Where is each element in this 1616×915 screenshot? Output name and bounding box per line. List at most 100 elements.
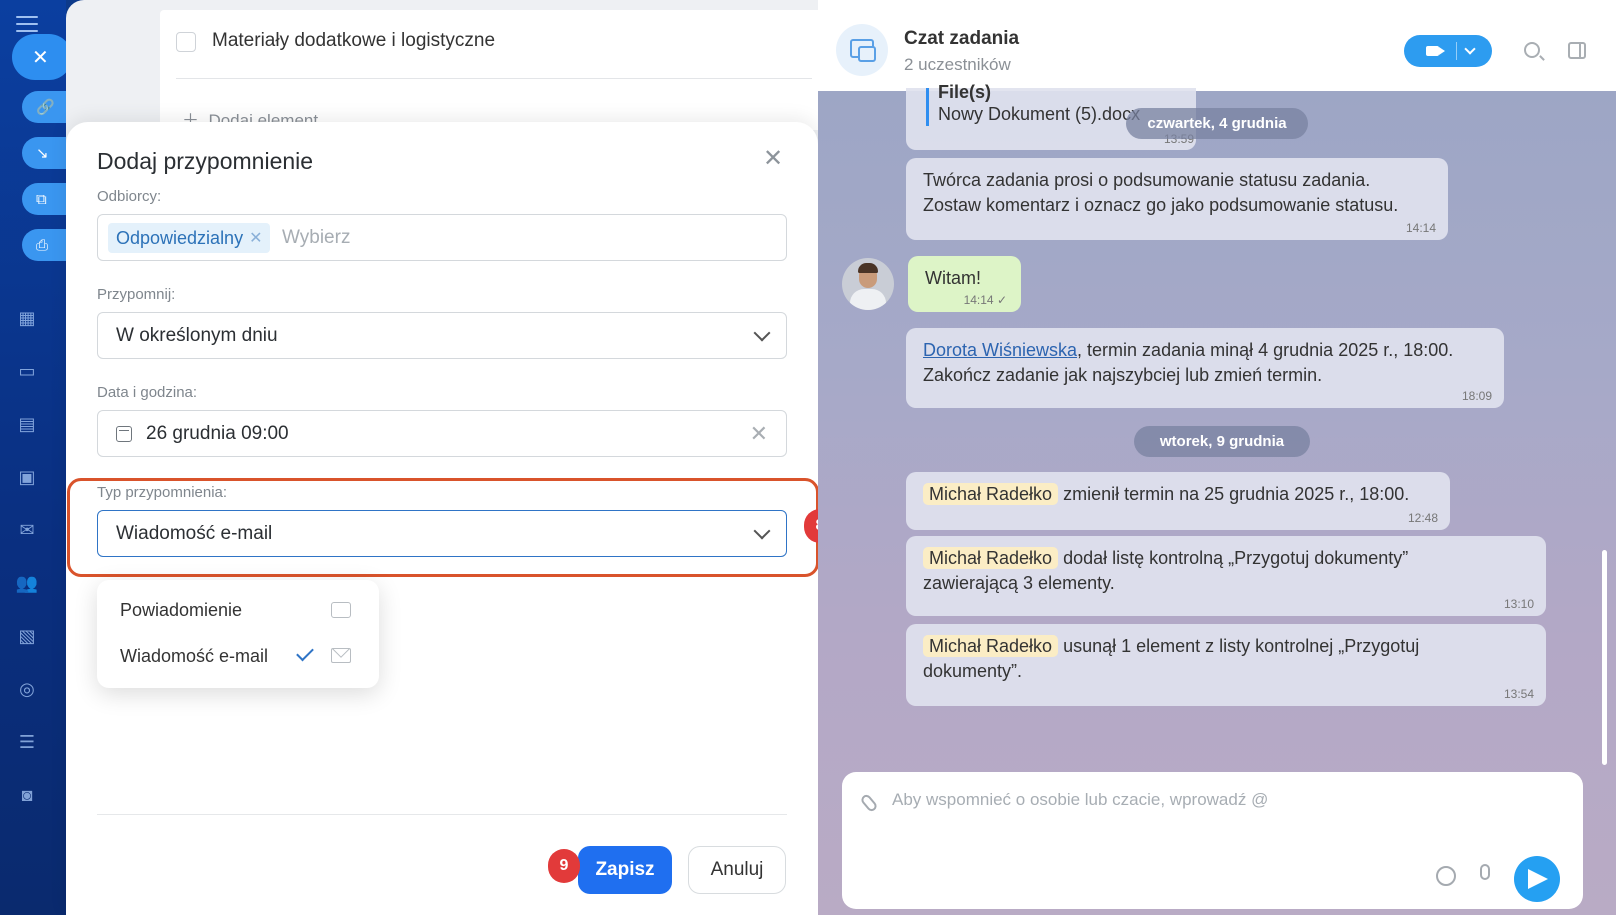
recipient-tag-label: Odpowiedzialny bbox=[116, 227, 244, 248]
emoji-icon[interactable] bbox=[1436, 866, 1456, 886]
mail-sidebar-icon[interactable]: ✉ bbox=[14, 517, 40, 543]
file-link[interactable]: Nowy Dokument (5).docx bbox=[938, 104, 1140, 125]
message-line: Zostaw komentarz i oznacz go jako podsum… bbox=[923, 195, 1399, 215]
cancel-button[interactable]: Anuluj bbox=[688, 846, 786, 894]
message-line: Zakończ zadanie jak najszybciej lub zmie… bbox=[923, 365, 1323, 385]
chevron-down-icon bbox=[753, 324, 771, 342]
datetime-field[interactable]: 26 grudnia 09:00 ✕ bbox=[97, 410, 787, 457]
check-icon bbox=[296, 643, 314, 662]
mail-icon bbox=[331, 648, 351, 663]
paperclip-icon[interactable] bbox=[859, 792, 879, 814]
date-separator: wtorek, 9 grudnia bbox=[1134, 426, 1310, 457]
open-new-window-button[interactable]: ⧉ bbox=[22, 183, 70, 215]
target-icon[interactable]: ◎ bbox=[14, 676, 40, 702]
message-time: 18:09 bbox=[1461, 389, 1492, 403]
avatar[interactable] bbox=[842, 258, 894, 310]
message-line: Michał Radełko zmienił termin na 25 grud… bbox=[923, 482, 1433, 507]
message-line: Twórca zadania prosi o podsumowanie stat… bbox=[923, 170, 1371, 190]
message-composer[interactable]: Aby wspomnieć o osobie lub czacie, wprow… bbox=[842, 772, 1583, 909]
task-chat-panel: Czat zadania 2 uczestników File(s) Nowy … bbox=[818, 0, 1616, 915]
system-message: Michał Radełko zmienił termin na 25 grud… bbox=[906, 472, 1450, 530]
close-slider-button[interactable]: ✕ bbox=[12, 34, 72, 80]
print-button[interactable]: ⎙ bbox=[22, 229, 70, 261]
calendar-icon bbox=[116, 426, 132, 442]
file-quote-bar bbox=[926, 88, 929, 126]
own-message: Witam! 14:14 ✓ bbox=[908, 256, 1021, 312]
search-icon[interactable] bbox=[1524, 42, 1540, 58]
checklist-card: Materiały dodatkowe i logistyczne ＋ Doda… bbox=[160, 10, 856, 130]
message-line: Dorota Wiśniewska, termin zadania minął … bbox=[923, 338, 1487, 363]
date-separator: czwartek, 4 grudnia bbox=[1126, 108, 1308, 139]
message-time: 12:48 bbox=[1407, 511, 1438, 525]
save-button[interactable]: Zapisz bbox=[578, 846, 672, 894]
checklist-item-label: Materiały dodatkowe i logistyczne bbox=[212, 30, 496, 51]
message-text: zmienił termin na 25 grudnia 2025 r., 18… bbox=[1063, 484, 1410, 504]
drive-icon[interactable]: ▭ bbox=[14, 358, 40, 384]
recipients-label: Odbiorcy: bbox=[97, 188, 162, 205]
file-title: File(s) bbox=[938, 82, 992, 102]
calendar-icon[interactable]: ▦ bbox=[14, 305, 40, 331]
divider bbox=[1456, 42, 1457, 60]
message-time: 14:14 bbox=[1405, 221, 1436, 235]
option-email[interactable]: Wiadomość e-mail bbox=[120, 646, 268, 667]
message-line: dokumenty”. bbox=[923, 661, 1023, 681]
microphone-icon[interactable] bbox=[1480, 864, 1490, 880]
remove-tag-icon[interactable]: ✕ bbox=[249, 228, 262, 248]
message-time: 13:10 bbox=[1503, 597, 1534, 611]
download-button[interactable]: ↘ bbox=[22, 137, 70, 169]
robot-icon[interactable]: ◙ bbox=[14, 782, 40, 808]
datetime-value: 26 grudnia 09:00 bbox=[146, 423, 289, 444]
mention-link[interactable]: Dorota Wiśniewska bbox=[923, 340, 1077, 360]
option-notification[interactable]: Powiadomienie bbox=[120, 600, 242, 621]
person-badge[interactable]: Michał Radełko bbox=[923, 635, 1059, 657]
remind-value: W określonym dniu bbox=[116, 325, 278, 346]
contacts-icon[interactable]: 👥 bbox=[14, 570, 40, 596]
system-message: Twórca zadania prosi o podsumowanie stat… bbox=[906, 158, 1448, 240]
left-sidebar: ✕ 🔗 ↘ ⧉ ⎙ ▦ ▭ ▤ ▣ ✉ 👥 ▧ ◎ ☰ ◙ bbox=[0, 0, 72, 915]
message-text: dodał listę kontrolną „Przygotuj dokumen… bbox=[1063, 548, 1409, 568]
message-text: , termin zadania minął 4 grudnia 2025 r.… bbox=[1077, 340, 1454, 360]
system-message: Dorota Wiśniewska, termin zadania minął … bbox=[906, 328, 1504, 408]
recipient-tag: Odpowiedzialny ✕ bbox=[108, 223, 271, 253]
boards-icon[interactable]: ▣ bbox=[14, 464, 40, 490]
document-icon[interactable]: ▤ bbox=[14, 411, 40, 437]
avatar-body bbox=[850, 289, 886, 310]
chat-bubble-icon bbox=[331, 602, 351, 618]
checklist-checkbox[interactable] bbox=[176, 32, 196, 52]
video-call-button[interactable] bbox=[1404, 35, 1492, 67]
avatar-hair bbox=[858, 263, 878, 273]
chat-title: Czat zadania bbox=[904, 28, 1020, 49]
message-time-value: 14:14 bbox=[963, 293, 994, 307]
modal-title: Dodaj przypomnienie bbox=[97, 148, 314, 174]
datetime-label: Data i godzina: bbox=[97, 384, 198, 401]
type-dropdown: Powiadomienie Wiadomość e-mail bbox=[97, 580, 379, 688]
composer-placeholder[interactable]: Aby wspomnieć o osobie lub czacie, wprow… bbox=[892, 790, 1268, 810]
chat-scrollbar[interactable] bbox=[1602, 550, 1607, 765]
person-badge[interactable]: Michał Radełko bbox=[923, 483, 1059, 505]
system-message: Michał Radełko usunął 1 element z listy … bbox=[906, 624, 1546, 706]
side-panel-icon[interactable] bbox=[1568, 42, 1586, 59]
system-message: Michał Radełko dodał listę kontrolną „Pr… bbox=[906, 536, 1546, 616]
chevron-down-icon[interactable] bbox=[1464, 43, 1476, 55]
chat-participants[interactable]: 2 uczestników bbox=[904, 55, 1011, 75]
chat-header: Czat zadania 2 uczestników bbox=[818, 0, 1616, 91]
type-highlight-frame bbox=[67, 478, 819, 577]
message-text: usunął 1 element z listy kontrolnej „Prz… bbox=[1063, 636, 1420, 656]
crm-icon[interactable]: ▧ bbox=[14, 623, 40, 649]
copy-link-button[interactable]: 🔗 bbox=[22, 91, 70, 123]
recipients-field[interactable]: Odpowiedzialny ✕ Wybierz bbox=[97, 214, 787, 261]
send-button[interactable] bbox=[1514, 856, 1560, 902]
clear-icon[interactable]: ✕ bbox=[750, 421, 768, 447]
camera-icon bbox=[1426, 46, 1445, 56]
message-line: Michał Radełko dodał listę kontrolną „Pr… bbox=[923, 546, 1529, 571]
message-line: zawierającą 3 elementy. bbox=[923, 573, 1115, 593]
filter-icon[interactable]: ☰ bbox=[14, 729, 40, 755]
person-badge[interactable]: Michał Radełko bbox=[923, 547, 1059, 569]
message-time: 13:54 bbox=[1503, 687, 1534, 701]
recipient-placeholder[interactable]: Wybierz bbox=[282, 227, 350, 249]
close-icon[interactable]: ✕ bbox=[760, 146, 786, 172]
menu-icon[interactable] bbox=[16, 16, 38, 32]
remind-select[interactable]: W określonym dniu bbox=[97, 312, 787, 359]
divider bbox=[176, 78, 812, 79]
message-text: Witam! bbox=[925, 268, 981, 288]
